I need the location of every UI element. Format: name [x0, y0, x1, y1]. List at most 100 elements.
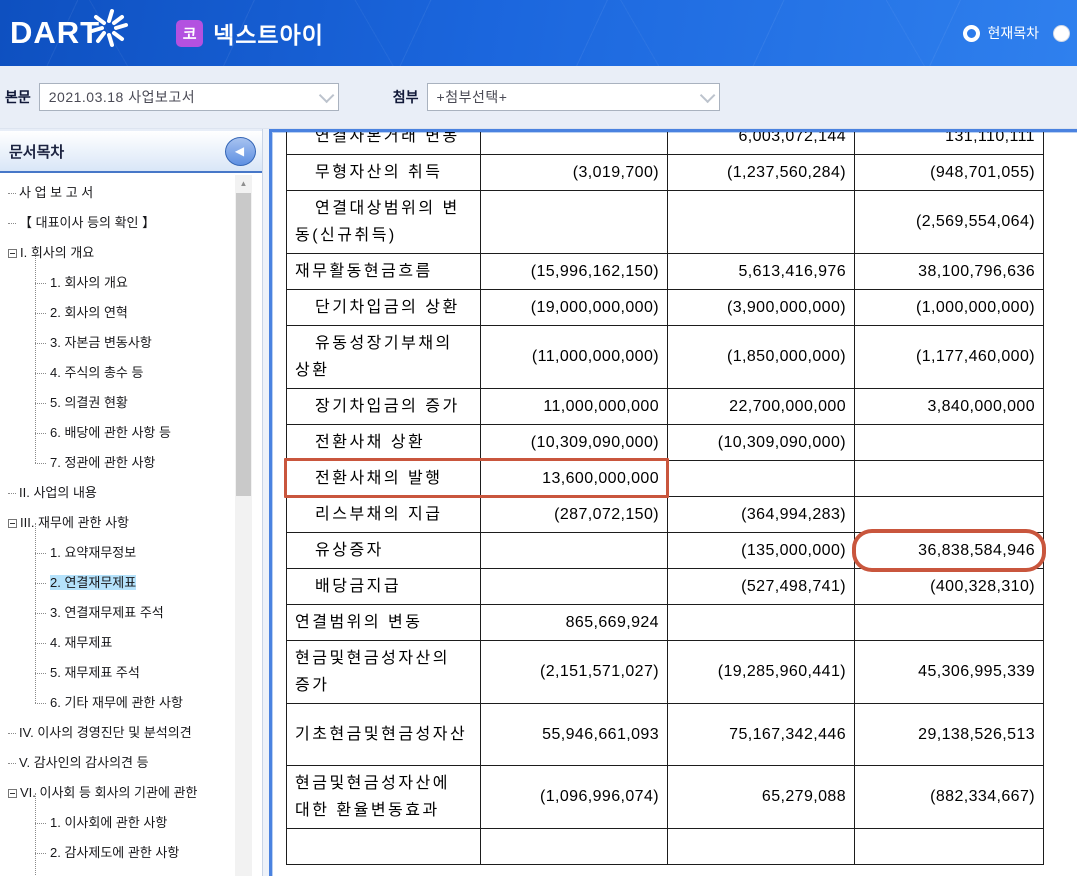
table-row: 재무활동현금흐름(15,996,162,150)5,613,416,97638,…	[287, 254, 1044, 290]
dart-logo-text: DART	[10, 15, 100, 51]
sidebar-item[interactable]: 1. 요약재무정보	[35, 538, 234, 568]
row-label-cell: 리스부채의 지급	[287, 497, 481, 533]
value-cell	[481, 533, 668, 569]
current-toc-label: 현재목차	[987, 23, 1039, 43]
full-toc-radio[interactable]	[1053, 25, 1070, 42]
sidebar-item-label: 1. 요약재무정보	[50, 545, 136, 560]
sidebar-collapse-button[interactable]: ◀	[225, 137, 256, 166]
table-row: 전환사채의 발행13,600,000,000	[287, 461, 1044, 497]
tree-toggle-icon[interactable]	[8, 249, 17, 258]
value-cell: (3,900,000,000)	[668, 290, 855, 326]
value-cell: 36,838,584,946	[855, 533, 1044, 569]
sidebar-item-label: 1. 회사의 개요	[50, 275, 128, 290]
value-cell: 865,669,924	[481, 605, 668, 641]
sidebar-item[interactable]: 1. 이사회에 관한 사항	[35, 808, 234, 838]
triangle-left-icon: ◀	[235, 145, 244, 157]
sidebar-item-label: 3. 자본금 변동사항	[50, 335, 152, 350]
company-name: 넥스트아이	[213, 16, 324, 50]
sidebar-item[interactable]: 7. 정관에 관한 사항	[35, 448, 234, 478]
value-cell	[668, 605, 855, 641]
tree-toggle-icon[interactable]	[8, 519, 17, 528]
sidebar-item-label: 【 대표이사 등의 확인 】	[19, 215, 155, 230]
tree-connector	[8, 733, 16, 734]
sidebar-item[interactable]: 【 대표이사 등의 확인 】	[4, 208, 234, 238]
sidebar-item[interactable]: II. 사업의 내용	[4, 478, 234, 508]
sidebar-item[interactable]: 5. 재무제표 주석	[35, 658, 234, 688]
table-row: 현금및현금성자산의 증가(2,151,571,027)(19,285,960,4…	[287, 641, 1044, 704]
row-label-cell: 유동성장기부채의 상환	[287, 326, 481, 389]
tree-connector	[8, 493, 16, 494]
scroll-up-arrow-icon[interactable]: ▲	[235, 175, 252, 192]
table-row: 연결범위의 변동865,669,924	[287, 605, 1044, 641]
sidebar-item-label: 4. 재무제표	[50, 635, 112, 650]
current-toc-radio[interactable]	[963, 25, 980, 42]
value-cell: 22,700,000,000	[668, 389, 855, 425]
sidebar-item[interactable]: 5. 의결권 현황	[35, 388, 234, 418]
dart-swirl-icon	[88, 7, 130, 49]
row-label-cell: 기초현금및현금성자산	[287, 704, 481, 766]
sidebar-item-label: 사 업 보 고 서	[19, 185, 93, 200]
value-cell: 38,100,796,636	[855, 254, 1044, 290]
sidebar-item[interactable]: 6. 기타 재무에 관한 사항	[35, 688, 234, 718]
sidebar-item[interactable]: IV. 이사의 경영진단 및 분석의견	[4, 718, 234, 748]
doc-select-label: 본문	[5, 87, 31, 107]
attachment-select[interactable]: +첨부선택+	[427, 83, 720, 111]
value-cell: (19,000,000,000)	[481, 290, 668, 326]
sidebar-item[interactable]: 3. 주주의 의결권 행사에 관한	[35, 868, 234, 876]
sidebar-item[interactable]: 2. 연결재무제표	[35, 568, 234, 598]
sidebar-item-label: III. 재무에 관한 사항	[20, 515, 129, 530]
sidebar-item[interactable]: III. 재무에 관한 사항	[4, 508, 234, 538]
value-cell: 45,306,995,339	[855, 641, 1044, 704]
value-cell	[855, 605, 1044, 641]
row-label-cell: 무형자산의 취득	[287, 155, 481, 191]
value-cell: 11,000,000,000	[481, 389, 668, 425]
sidebar-item-label: 5. 의결권 현황	[50, 395, 128, 410]
attachment-select-value: +첨부선택+	[437, 87, 508, 107]
value-cell: 29,138,526,513	[855, 704, 1044, 766]
value-cell	[855, 461, 1044, 497]
sidebar-item[interactable]: 4. 재무제표	[35, 628, 234, 658]
value-cell: (3,019,700)	[481, 155, 668, 191]
value-cell: (1,237,560,284)	[668, 155, 855, 191]
sidebar-item[interactable]: 2. 회사의 연혁	[35, 298, 234, 328]
document-content-pane[interactable]: 연결자본거래 변동 6,003,072,144131,110,111 무형자산의 취…	[269, 129, 1077, 876]
value-cell: (364,994,283)	[668, 497, 855, 533]
row-label-cell: 장기차입금의 증가	[287, 389, 481, 425]
sidebar-item-label: 6. 배당에 관한 사항 등	[50, 425, 171, 440]
value-cell: 6,003,072,144	[668, 129, 855, 155]
sidebar-item[interactable]: V. 감사인의 감사의견 등	[4, 748, 234, 778]
financial-table-body: 연결자본거래 변동 6,003,072,144131,110,111 무형자산의 취…	[287, 129, 1044, 865]
sidebar-item[interactable]: 4. 주식의 총수 등	[35, 358, 234, 388]
tree-toggle-icon[interactable]	[8, 789, 17, 798]
sidebar-item[interactable]: 3. 연결재무제표 주석	[35, 598, 234, 628]
table-row: 장기차입금의 증가11,000,000,00022,700,000,0003,8…	[287, 389, 1044, 425]
table-row: 연결대상범위의 변동(신규취득)(2,569,554,064)	[287, 191, 1044, 254]
sidebar-item[interactable]: 6. 배당에 관한 사항 등	[35, 418, 234, 448]
row-label-cell: 현금및현금성자산의 증가	[287, 641, 481, 704]
scrollbar-thumb[interactable]	[236, 193, 251, 496]
sidebar-item[interactable]: 1. 회사의 개요	[35, 268, 234, 298]
value-cell	[855, 829, 1044, 865]
value-cell	[668, 191, 855, 254]
value-cell: 131,110,111	[855, 129, 1044, 155]
row-label-cell: 전환사채의 발행	[287, 461, 481, 497]
row-label-cell: 연결자본거래 변동	[287, 129, 481, 155]
sidebar-item[interactable]: 사 업 보 고 서	[4, 178, 234, 208]
sidebar-item[interactable]: 3. 자본금 변동사항	[35, 328, 234, 358]
value-cell: (287,072,150)	[481, 497, 668, 533]
value-cell	[481, 829, 668, 865]
table-row: 연결자본거래 변동 6,003,072,144131,110,111	[287, 129, 1044, 155]
document-toolbar: 본문 2021.03.18 사업보고서 첨부 +첨부선택+	[0, 66, 1077, 129]
sidebar-item-label-selected: 2. 연결재무제표	[50, 575, 136, 590]
kosdaq-badge: 코	[176, 20, 203, 47]
value-cell: (10,309,090,000)	[481, 425, 668, 461]
sidebar-item[interactable]: VI. 이사회 등 회사의 기관에 관한	[4, 778, 234, 808]
value-cell: 65,279,088	[668, 766, 855, 829]
table-row: 유동성장기부채의 상환(11,000,000,000)(1,850,000,00…	[287, 326, 1044, 389]
sidebar-item[interactable]: 2. 감사제도에 관한 사항	[35, 838, 234, 868]
sidebar-item[interactable]: I. 회사의 개요	[4, 238, 234, 268]
value-cell: (19,285,960,441)	[668, 641, 855, 704]
dart-logo[interactable]: DART	[10, 15, 130, 51]
document-select[interactable]: 2021.03.18 사업보고서	[39, 83, 339, 111]
sidebar-scrollbar[interactable]: ▲	[235, 175, 252, 876]
